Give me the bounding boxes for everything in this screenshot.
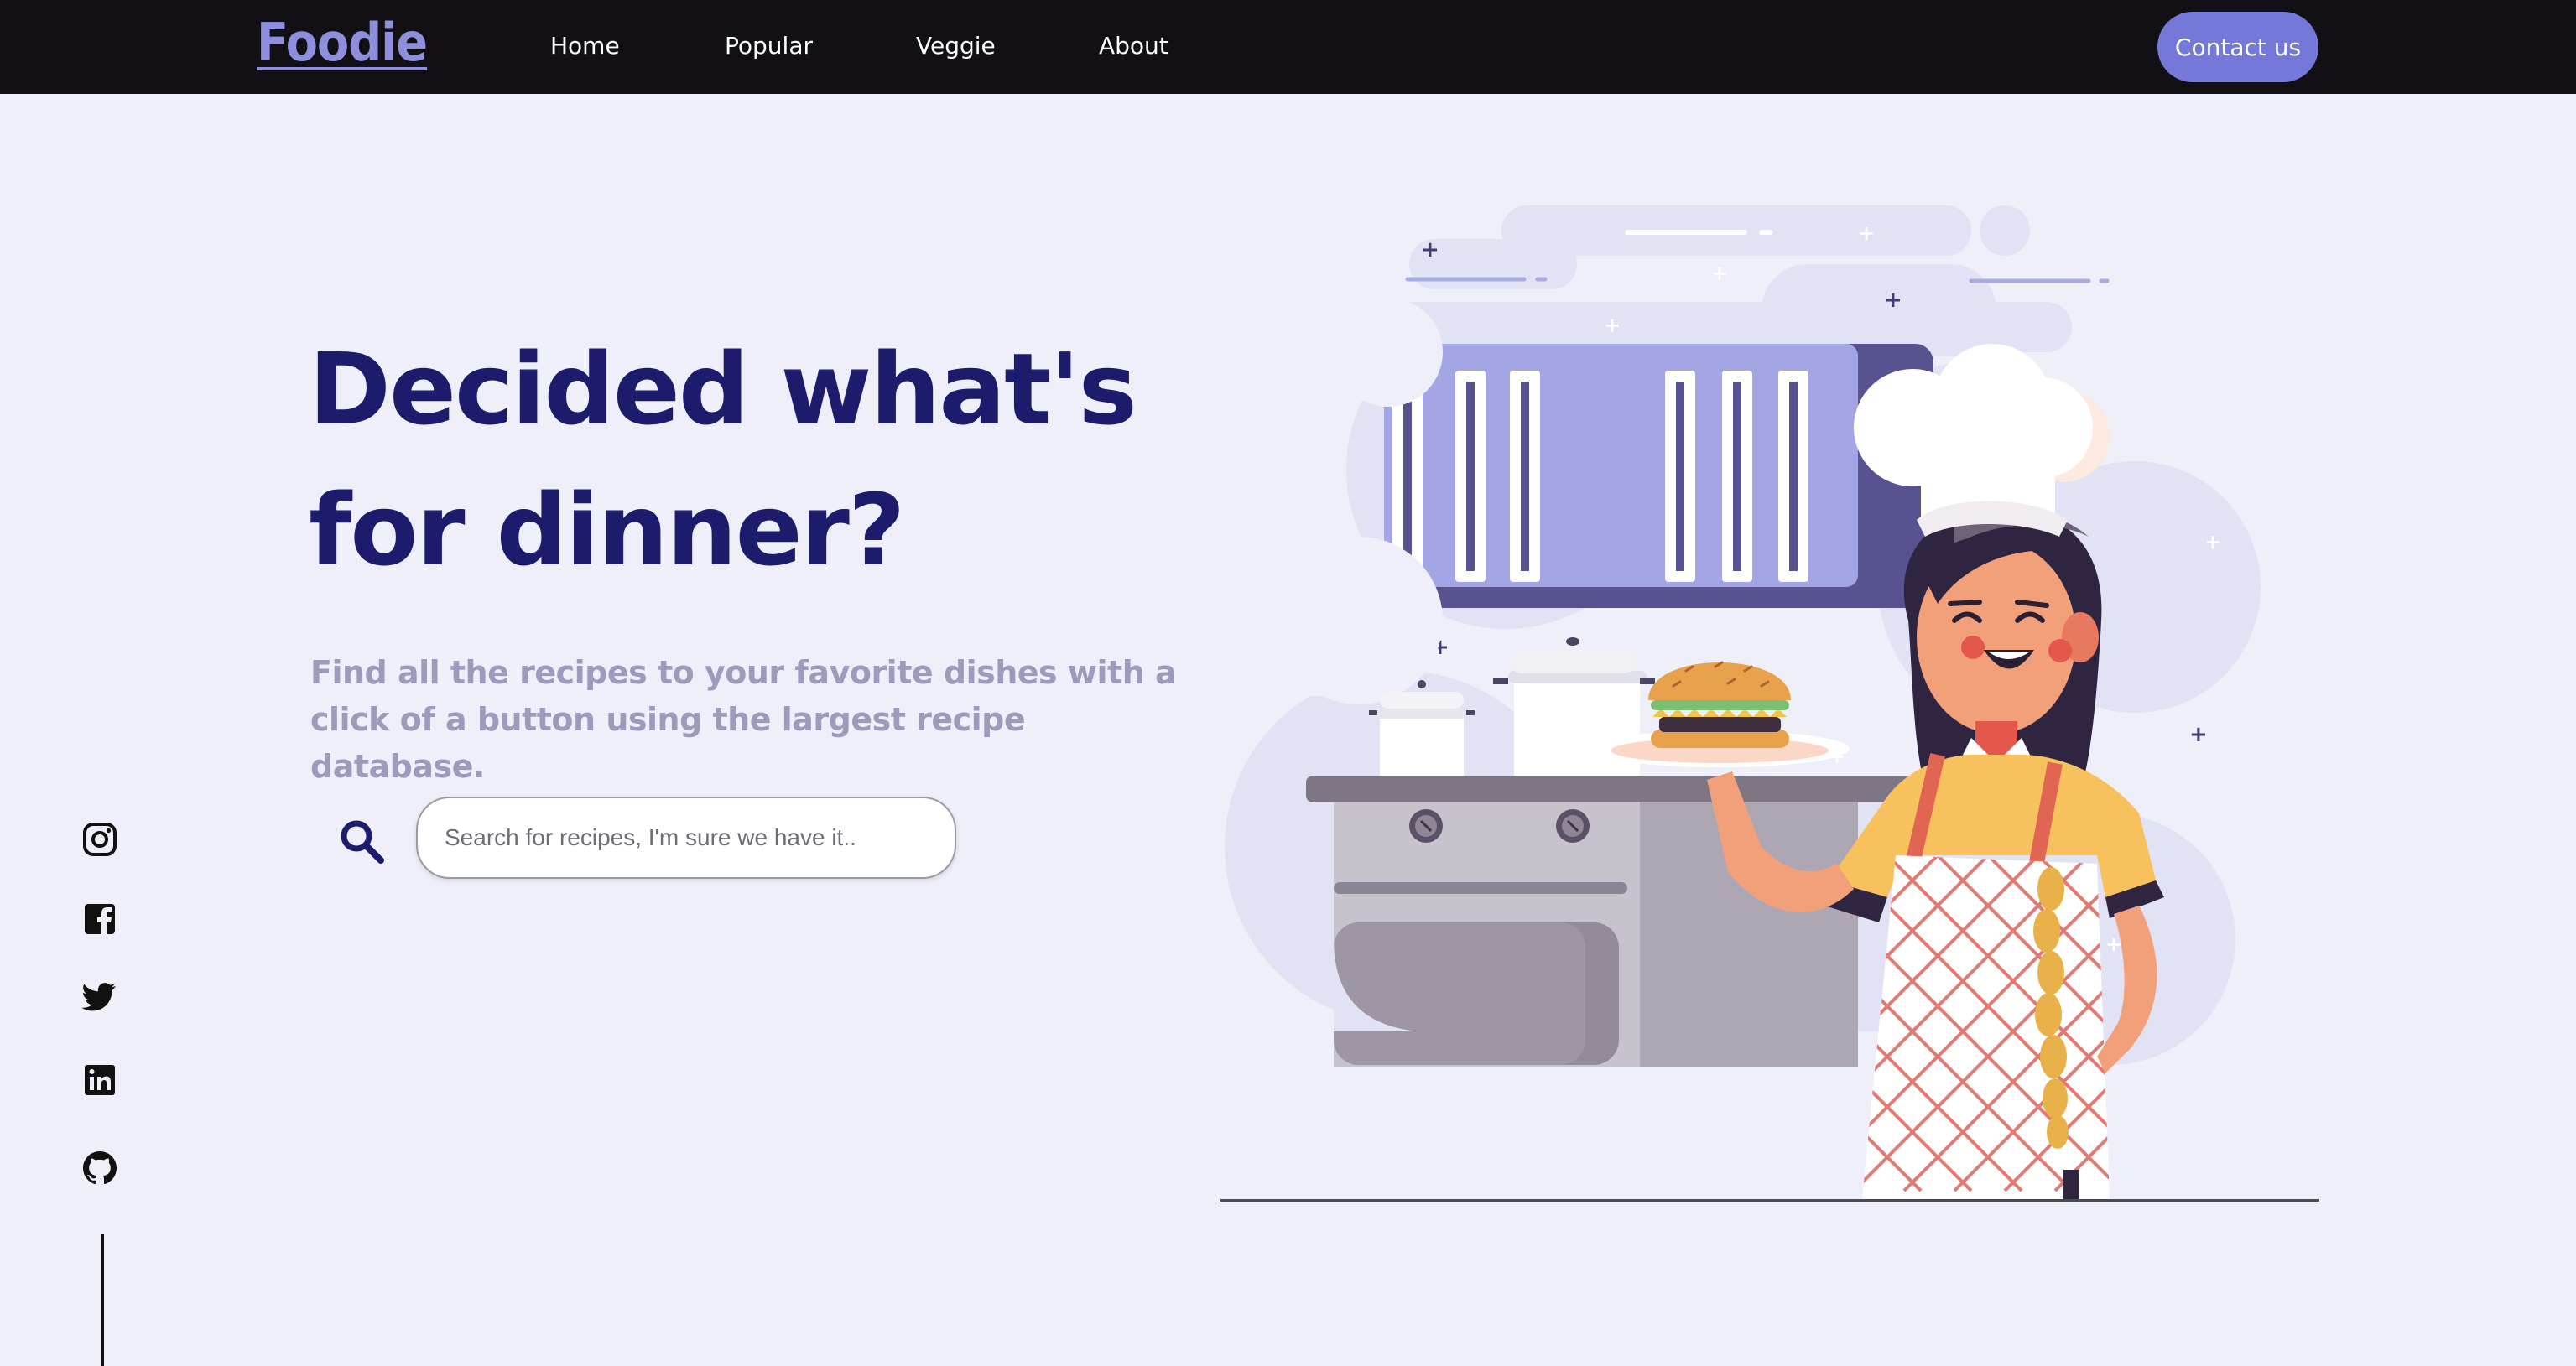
svg-text:+: + bbox=[1604, 314, 1621, 337]
svg-text:+: + bbox=[1711, 262, 1728, 285]
nav-link-about[interactable]: About bbox=[1099, 32, 1168, 60]
svg-text:+: + bbox=[2189, 722, 2208, 747]
svg-text:+: + bbox=[1421, 237, 1439, 262]
search-icon[interactable] bbox=[339, 818, 386, 865]
navbar: Foodie Home Popular Veggie About Contact… bbox=[0, 0, 2576, 94]
nav-link-popular[interactable]: Popular bbox=[725, 32, 813, 60]
hero-title-line-2: for dinner? bbox=[309, 472, 905, 588]
search-input[interactable] bbox=[416, 797, 956, 879]
github-icon[interactable] bbox=[79, 1147, 121, 1189]
hero-divider-line bbox=[1220, 1199, 2319, 1202]
instagram-icon[interactable] bbox=[79, 818, 121, 860]
svg-text:+: + bbox=[1858, 221, 1875, 245]
nav-link-home[interactable]: Home bbox=[550, 32, 620, 60]
twitter-icon[interactable] bbox=[79, 979, 121, 1021]
logo-link[interactable]: Foodie bbox=[257, 12, 428, 73]
contact-us-button[interactable]: Contact us bbox=[2157, 12, 2318, 82]
hero-title-line-1: Decided what's bbox=[309, 331, 1137, 447]
chef-illustration: ++ ++ ++ + ++ ++ ++ bbox=[1225, 205, 2261, 1199]
social-divider-line bbox=[101, 1234, 104, 1366]
svg-text:+: + bbox=[2204, 530, 2221, 553]
linkedin-icon[interactable] bbox=[79, 1059, 121, 1101]
stove bbox=[1306, 776, 1918, 1067]
hero-title: Decided what's for dinner? bbox=[309, 319, 1147, 600]
hero-subtitle: Find all the recipes to your favorite di… bbox=[310, 654, 1177, 785]
svg-text:+: + bbox=[1884, 288, 1902, 313]
nav-link-veggie[interactable]: Veggie bbox=[916, 32, 996, 60]
facebook-icon[interactable] bbox=[79, 898, 121, 940]
kitchen-cabinet bbox=[1384, 344, 1933, 608]
